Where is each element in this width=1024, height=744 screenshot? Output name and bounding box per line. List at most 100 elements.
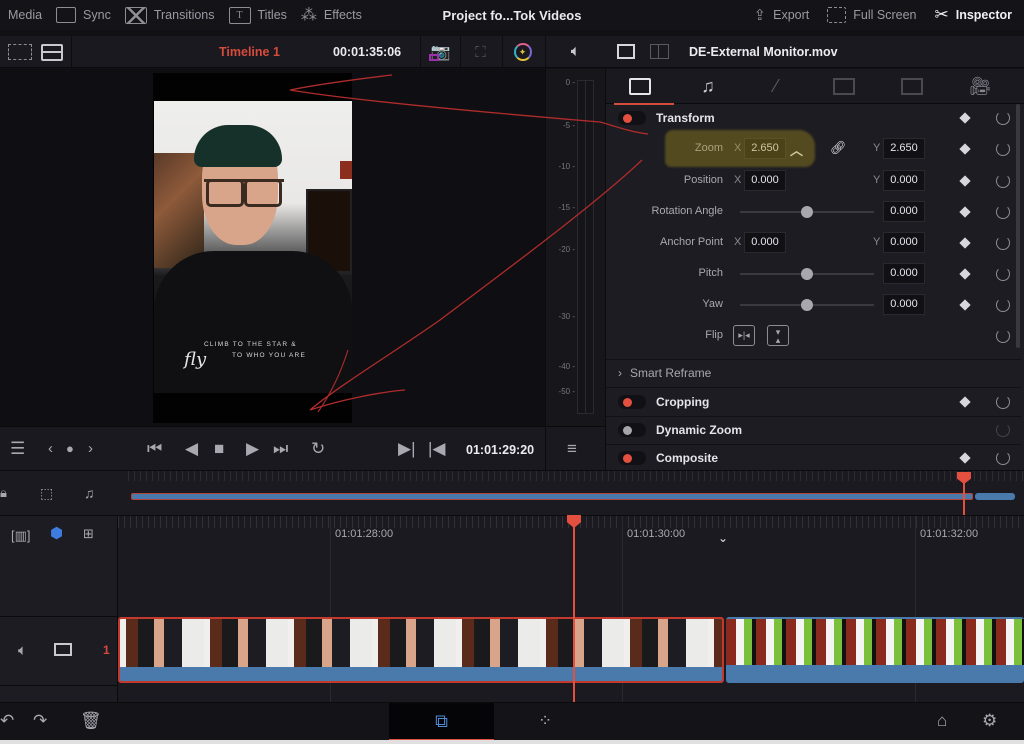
play-reverse-button[interactable]: ◀ xyxy=(185,439,198,459)
go-to-end-button[interactable]: ⏭ xyxy=(273,439,288,459)
reset-icon[interactable] xyxy=(996,298,1010,312)
tab-file[interactable]: 🎥︎ xyxy=(946,69,1014,104)
zoom-y-field[interactable]: 2.650 xyxy=(883,138,925,159)
reset-icon[interactable] xyxy=(996,267,1010,281)
cropping-section-header[interactable]: Cropping xyxy=(606,388,1021,416)
yaw-slider[interactable] xyxy=(740,299,874,311)
timeline-viewer-icon[interactable] xyxy=(40,43,63,61)
tab-image[interactable] xyxy=(878,69,946,104)
shield-flag-icon[interactable]: ⬢ xyxy=(50,524,63,544)
link-icon[interactable]: 🔗︎ xyxy=(830,140,847,156)
lock-icon[interactable]: 🔒︎ xyxy=(0,483,7,503)
reset-icon[interactable] xyxy=(996,174,1010,188)
chevron-down-icon[interactable]: ⌄ xyxy=(718,528,728,548)
tab-audio[interactable]: ♫ xyxy=(674,69,742,104)
source-viewer-icon[interactable] xyxy=(8,44,33,60)
timeline-name-dropdown[interactable]: Timeline 1 xyxy=(219,45,280,59)
anchor-x-field[interactable]: 0.000 xyxy=(744,232,786,253)
export-button[interactable]: ⇪ Export xyxy=(754,0,810,30)
keyframe-diamond-icon[interactable] xyxy=(959,143,971,155)
keyframe-diamond-icon[interactable] xyxy=(959,112,971,124)
safe-area-button[interactable]: ⛶ xyxy=(460,36,500,68)
cropping-toggle[interactable] xyxy=(618,395,646,409)
reset-icon[interactable] xyxy=(996,451,1010,465)
keyframe-diamond-icon[interactable] xyxy=(959,237,971,249)
sync-button[interactable]: Sync xyxy=(56,0,111,30)
anchor-y-field[interactable]: 0.000 xyxy=(883,232,925,253)
keyframe-diamond-icon[interactable] xyxy=(959,299,971,311)
image-thumbnail-icon[interactable] xyxy=(617,44,635,59)
add-track-icon[interactable]: ⊞ xyxy=(83,524,94,544)
fullscreen-button[interactable]: Full Screen xyxy=(827,0,916,30)
flip-horizontal-button[interactable]: ▸|◂ xyxy=(733,325,755,346)
play-button[interactable]: ▶ xyxy=(246,439,259,459)
render-spinner-icon[interactable]: ⁘ xyxy=(538,711,552,731)
reset-icon[interactable] xyxy=(996,236,1010,250)
rotation-field[interactable]: 0.000 xyxy=(883,201,925,222)
playhead-line[interactable] xyxy=(573,517,575,702)
audio-waveform-toggle-icon[interactable]: [▥] xyxy=(11,526,31,546)
home-icon[interactable]: ⌂ xyxy=(937,711,947,731)
marker-dot-icon[interactable]: ● xyxy=(66,439,74,459)
video-only-insert-icon[interactable]: ⬚ xyxy=(40,483,53,503)
rotation-slider-knob[interactable] xyxy=(801,206,813,218)
keyframe-diamond-icon[interactable] xyxy=(959,175,971,187)
pitch-slider-knob[interactable] xyxy=(801,268,813,280)
dynamic-zoom-section-header[interactable]: Dynamic Zoom xyxy=(606,416,1021,444)
yaw-field[interactable]: 0.000 xyxy=(883,294,925,315)
split-layout-icon[interactable] xyxy=(650,44,669,59)
loop-icon[interactable]: ↻ xyxy=(311,439,325,459)
keyframe-diamond-icon[interactable] xyxy=(959,268,971,280)
composite-section-header[interactable]: Composite xyxy=(606,444,1021,472)
stop-button[interactable]: ■ xyxy=(214,439,224,459)
go-to-start-button[interactable]: ⏮ xyxy=(147,439,162,459)
inspector-scrollbar[interactable] xyxy=(1016,104,1020,348)
next-marker-button[interactable]: › xyxy=(88,439,93,459)
keyframe-diamond-icon[interactable] xyxy=(959,452,971,464)
smart-reframe-section-header[interactable]: › Smart Reframe xyxy=(606,359,1021,387)
media-button[interactable]: Media xyxy=(8,0,42,30)
effects-button[interactable]: ⁂ Effects xyxy=(301,0,362,30)
audio-only-insert-icon[interactable]: ♫ xyxy=(84,483,95,503)
composite-toggle[interactable] xyxy=(618,451,646,465)
position-x-field[interactable]: 0.000 xyxy=(744,170,786,191)
keyframe-diamond-icon[interactable] xyxy=(959,206,971,218)
titles-button[interactable]: T Titles xyxy=(228,0,287,30)
settings-gear-icon[interactable]: ⚙ xyxy=(982,711,997,731)
undo-icon[interactable]: ↶ xyxy=(0,711,14,731)
reset-icon[interactable] xyxy=(996,395,1010,409)
reset-icon[interactable] xyxy=(996,205,1010,219)
transform-toggle[interactable] xyxy=(618,111,646,125)
timeline-clip-selected[interactable] xyxy=(118,617,724,683)
mark-in-button[interactable]: ▶| xyxy=(398,439,416,459)
reset-icon[interactable] xyxy=(996,142,1010,156)
tab-video[interactable] xyxy=(606,69,674,105)
pitch-slider[interactable] xyxy=(740,268,874,280)
timeline-clip[interactable] xyxy=(726,617,1024,683)
audio-mixer-icon[interactable]: ☰ xyxy=(10,439,25,459)
upper-timeline-clip-next[interactable] xyxy=(975,493,1015,500)
color-effects-button[interactable]: ✦ xyxy=(502,36,542,68)
inspector-button[interactable]: ✂ Inspector xyxy=(934,0,1012,30)
transform-section-header[interactable]: Transform xyxy=(606,104,1021,132)
tab-transition[interactable] xyxy=(810,69,878,104)
speaker-icon[interactable]: 🔈︎ xyxy=(18,641,27,661)
mark-out-button[interactable]: |◀ xyxy=(428,439,446,459)
position-y-field[interactable]: 0.000 xyxy=(883,170,925,191)
tab-effects[interactable]: ⁄ xyxy=(742,69,810,104)
options-menu-icon[interactable]: ≡ xyxy=(567,439,577,459)
reset-icon[interactable] xyxy=(996,111,1010,125)
pitch-field[interactable]: 0.000 xyxy=(883,263,925,284)
reset-icon[interactable] xyxy=(996,329,1010,343)
prev-marker-button[interactable]: ‹ xyxy=(48,439,53,459)
trash-icon[interactable]: 🗑︎ xyxy=(80,711,102,731)
redo-icon[interactable]: ↷ xyxy=(33,711,47,731)
yaw-slider-knob[interactable] xyxy=(801,299,813,311)
transitions-button[interactable]: Transitions xyxy=(124,0,215,30)
upper-timeline-clip[interactable] xyxy=(131,493,973,500)
snapshot-button[interactable]: 📷 xyxy=(420,36,460,68)
cut-page-button[interactable]: ⧉ xyxy=(389,703,494,741)
rotation-slider[interactable] xyxy=(740,206,874,218)
dynamic-zoom-toggle[interactable] xyxy=(618,423,646,437)
video-track-monitor-icon[interactable] xyxy=(54,643,72,656)
